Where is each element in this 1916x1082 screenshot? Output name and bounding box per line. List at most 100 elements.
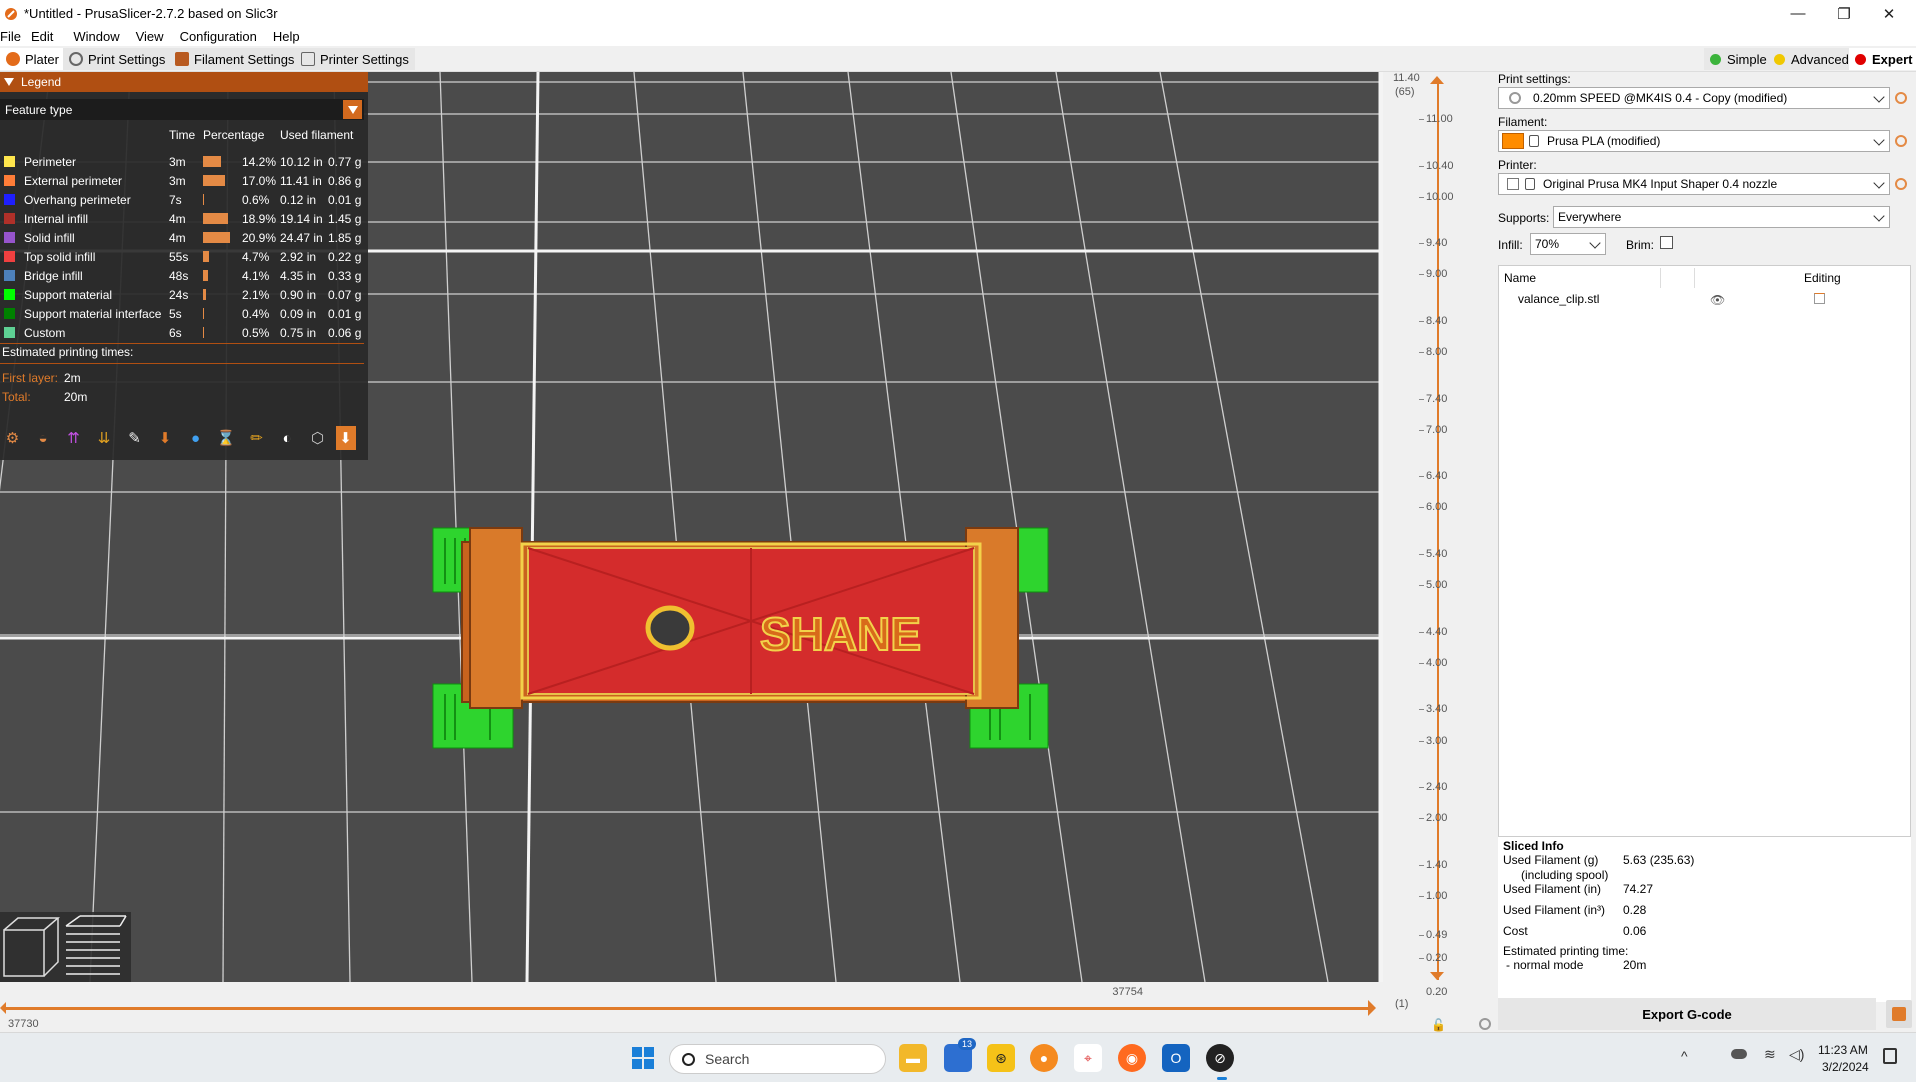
- lock-icon[interactable]: 🔓: [1431, 1018, 1446, 1032]
- hslider-thumb-right[interactable]: [1368, 1000, 1376, 1016]
- vslider-tick-label: 6.40: [1426, 470, 1448, 482]
- retractions-icon[interactable]: ⇈: [61, 426, 86, 450]
- menu-view[interactable]: View: [136, 29, 172, 44]
- tool-marker-icon[interactable]: ⬇: [335, 426, 356, 450]
- windows-start-icon[interactable]: [629, 1044, 657, 1072]
- brim-checkbox[interactable]: [1660, 236, 1673, 249]
- shells-icon[interactable]: ⬡: [305, 426, 330, 450]
- color-changes-icon[interactable]: ●: [183, 426, 208, 450]
- outlook-icon[interactable]: O: [1162, 1044, 1190, 1072]
- printer-combo[interactable]: Original Prusa MK4 Input Shaper 0.4 nozz…: [1498, 173, 1890, 195]
- legend-row-time: 7s: [169, 193, 182, 207]
- seams-icon[interactable]: ✎: [122, 426, 147, 450]
- export-gcode-button[interactable]: Export G-code: [1498, 998, 1876, 1030]
- clock-date[interactable]: 3/2/2024: [1822, 1060, 1869, 1074]
- legend-row[interactable]: Support material 24s 2.1% 0.90 in 0.07 g: [0, 285, 368, 304]
- menu-edit[interactable]: Edit: [31, 29, 61, 44]
- wifi-icon[interactable]: ≋: [1764, 1046, 1776, 1063]
- mode-advanced-button[interactable]: Advanced: [1768, 48, 1855, 70]
- center-of-gravity-icon[interactable]: ◐: [275, 426, 300, 450]
- clock-time[interactable]: 11:23 AM: [1818, 1043, 1868, 1057]
- dropdown-arrow-icon[interactable]: [343, 100, 362, 119]
- tab-print-settings[interactable]: Print Settings: [63, 48, 172, 70]
- prusaslicer-taskbar-icon[interactable]: ⊘: [1206, 1044, 1234, 1072]
- legend-row[interactable]: Internal infill 4m 18.9% 19.14 in 1.45 g: [0, 209, 368, 228]
- firefox-icon[interactable]: ◉: [1118, 1044, 1146, 1072]
- settings-cog-icon[interactable]: [1479, 1018, 1491, 1030]
- legend-row[interactable]: Overhang perimeter 7s 0.6% 0.12 in 0.01 g: [0, 190, 368, 209]
- mode-expert-button[interactable]: Expert: [1849, 48, 1916, 70]
- taskbar-search-box[interactable]: Search: [669, 1044, 886, 1074]
- legend-row-name: Bridge infill: [24, 269, 83, 283]
- eye-icon[interactable]: 👁: [1710, 293, 1725, 307]
- legend-row-name: External perimeter: [24, 174, 123, 188]
- minimize-button[interactable]: —: [1775, 0, 1821, 27]
- tab-filament-settings[interactable]: Filament Settings: [169, 48, 301, 70]
- infill-combo[interactable]: 70%: [1530, 233, 1606, 255]
- supports-combo[interactable]: Everywhere: [1553, 206, 1890, 228]
- pause-prints-icon[interactable]: ⌛: [214, 426, 239, 450]
- vslider-thumb-top[interactable]: [1430, 76, 1444, 84]
- onedrive-cloud-icon[interactable]: [1731, 1049, 1747, 1059]
- legend-row[interactable]: Solid infill 4m 20.9% 24.47 in 1.85 g: [0, 228, 368, 247]
- send-to-printer-icon[interactable]: [1886, 1000, 1912, 1028]
- legend-row[interactable]: Support material interface 5s 0.4% 0.09 in 0…: [0, 304, 368, 323]
- menu-window[interactable]: Window: [73, 29, 127, 44]
- legend-row-time: 24s: [169, 288, 189, 302]
- menu-file[interactable]: File: [0, 29, 29, 44]
- filament-edit-icon[interactable]: [1895, 135, 1907, 147]
- mode-simple-button[interactable]: Simple: [1704, 48, 1773, 70]
- file-explorer-icon[interactable]: ▬: [899, 1044, 927, 1072]
- edit-object-icon[interactable]: [1814, 293, 1825, 304]
- list-editing-header: Editing: [1804, 271, 1841, 285]
- tab-plater[interactable]: Plater: [0, 48, 65, 70]
- legend-swatch: [4, 270, 15, 281]
- deretractions-icon[interactable]: ⇊: [92, 426, 117, 450]
- vslider-tick-label: 3.40: [1426, 703, 1448, 715]
- legend-row-name: Support material interface: [24, 307, 162, 321]
- tool-changes-icon[interactable]: ⬇: [153, 426, 178, 450]
- maximize-button[interactable]: ❐: [1821, 0, 1867, 27]
- vslider-thumb-bottom[interactable]: [1430, 972, 1444, 980]
- filament-color-swatch[interactable]: [1502, 133, 1524, 149]
- print-settings-combo[interactable]: 0.20mm SPEED @MK4IS 0.4 - Copy (modified…: [1498, 87, 1890, 109]
- col-time-header: Time: [169, 128, 196, 142]
- vslider-tick-label: 4.00: [1426, 657, 1448, 669]
- legend-row[interactable]: Custom 6s 0.5% 0.75 in 0.06 g: [0, 323, 368, 342]
- app-icon[interactable]: ⊛: [987, 1044, 1015, 1072]
- column-divider: [1694, 268, 1695, 288]
- notifications-icon[interactable]: [1883, 1048, 1897, 1064]
- wipe-icon[interactable]: ◒: [31, 426, 56, 450]
- hslider-thumb-left[interactable]: [0, 1002, 6, 1014]
- close-button[interactable]: ✕: [1866, 0, 1912, 27]
- teams-icon[interactable]: 13: [944, 1038, 977, 1072]
- vertical-layers-slider[interactable]: 11.40 (65) 11.00 10.40 10.00 9.40 9.00 8.40 8.…: [1383, 72, 1493, 1032]
- media-player-icon[interactable]: ●: [1030, 1044, 1058, 1072]
- vslider-track[interactable]: [1437, 80, 1439, 980]
- printer-edit-icon[interactable]: [1895, 178, 1907, 190]
- travel-icon[interactable]: ⚙: [0, 426, 25, 450]
- legend-row[interactable]: Bridge infill 48s 4.1% 4.35 in 0.33 g: [0, 266, 368, 285]
- hslider-track[interactable]: [4, 1007, 1374, 1010]
- legend-row[interactable]: Top solid infill 55s 4.7% 2.92 in 0.22 g: [0, 247, 368, 266]
- object-row[interactable]: valance_clip.stl 👁: [1499, 288, 1910, 308]
- preview-3d-viewport[interactable]: SHANE Legend Feature type Time Percentag…: [0, 72, 1383, 982]
- printer-icon: [301, 52, 315, 66]
- menu-help[interactable]: Help: [273, 29, 308, 44]
- filament-combo[interactable]: Prusa PLA (modified): [1498, 130, 1890, 152]
- vslider-top-layer: (65): [1395, 86, 1415, 98]
- tray-overflow-chevron-icon[interactable]: ^: [1681, 1048, 1688, 1064]
- view-type-combo[interactable]: Feature type: [0, 99, 364, 120]
- custom-gcodes-icon[interactable]: ✏: [244, 426, 269, 450]
- menu-configuration[interactable]: Configuration: [180, 29, 265, 44]
- estimated-times-title: Estimated printing times:: [2, 345, 134, 359]
- volume-icon[interactable]: ◁): [1789, 1046, 1804, 1063]
- object-list: Name Editing valance_clip.stl 👁: [1498, 265, 1911, 837]
- legend-row[interactable]: External perimeter 3m 17.0% 11.41 in 0.86 g: [0, 171, 368, 190]
- horizontal-moves-slider[interactable]: 37754 37730: [0, 982, 1383, 1032]
- legend-header[interactable]: Legend: [0, 72, 368, 92]
- maps-icon[interactable]: ⌖: [1074, 1044, 1102, 1072]
- tab-printer-settings[interactable]: Printer Settings: [295, 48, 415, 70]
- print-settings-edit-icon[interactable]: [1895, 92, 1907, 104]
- legend-row[interactable]: Perimeter 3m 14.2% 10.12 in 0.77 g: [0, 152, 368, 171]
